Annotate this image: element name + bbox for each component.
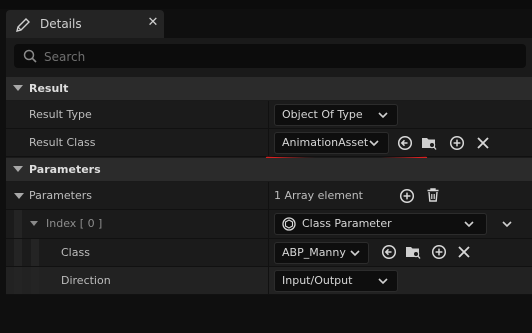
browse-folder-icon[interactable] [421, 135, 437, 151]
result-type-label: Result Type [29, 108, 92, 121]
browse-folder-icon[interactable] [405, 244, 421, 260]
result-type-row: Result Type Object Of Type [6, 101, 532, 129]
top-strip [0, 0, 532, 9]
class-dropdown[interactable]: ABP_Manny [274, 242, 369, 264]
search-bar[interactable] [14, 44, 526, 68]
chevron-down-icon[interactable] [13, 85, 23, 91]
chevron-down-icon [378, 278, 388, 285]
details-tab[interactable]: Details ✕ [6, 10, 164, 38]
use-selected-icon[interactable] [397, 135, 413, 151]
result-type-dropdown[interactable]: Object Of Type [274, 104, 398, 126]
parameters-array-row: Parameters 1 Array element [6, 182, 532, 210]
direction-dropdown[interactable]: Input/Output [274, 270, 398, 292]
result-type-value: Object Of Type [282, 108, 363, 121]
chevron-down-icon [369, 140, 379, 147]
clear-icon[interactable] [456, 244, 472, 260]
close-icon[interactable]: ✕ [146, 15, 160, 31]
details-panel: Result Result Type Object Of Type Result… [6, 38, 532, 295]
section-parameters-label: Parameters [29, 163, 101, 176]
search-input[interactable] [42, 47, 516, 67]
result-class-label: Result Class [29, 136, 96, 149]
chevron-down-icon [350, 250, 360, 257]
column-divider [268, 239, 269, 266]
parameters-label: Parameters [29, 189, 92, 202]
chevron-down-icon [378, 112, 388, 119]
add-icon[interactable] [431, 244, 447, 260]
indent-gutter [31, 239, 39, 266]
class-value: ABP_Manny [282, 246, 346, 259]
chevron-down-icon[interactable] [13, 166, 23, 172]
add-icon[interactable] [449, 135, 465, 151]
array-count: 1 Array element [274, 189, 363, 202]
index-type-dropdown[interactable]: Class Parameter [274, 213, 487, 235]
clear-icon[interactable] [475, 135, 491, 151]
indent-gutter [14, 267, 22, 294]
column-divider [268, 182, 269, 209]
use-selected-icon[interactable] [381, 244, 397, 260]
chevron-down-icon[interactable] [14, 193, 24, 199]
class-row: Class ABP_Manny [6, 239, 532, 267]
class-label: Class [61, 246, 90, 259]
result-class-value: AnimationAsset [282, 136, 369, 149]
chevron-down-icon [464, 221, 474, 228]
tab-title: Details [40, 17, 82, 31]
indent-gutter [31, 267, 39, 294]
chevron-down-icon[interactable] [30, 221, 38, 226]
add-icon[interactable] [399, 188, 415, 204]
direction-row: Direction Input/Output [6, 267, 532, 295]
direction-value: Input/Output [282, 274, 353, 287]
section-result-header[interactable]: Result [6, 77, 532, 100]
search-icon [23, 49, 37, 63]
direction-label: Direction [61, 274, 111, 287]
expand-options-icon[interactable] [501, 218, 513, 230]
trash-icon[interactable] [425, 187, 441, 203]
index-row: Index [ 0 ] Class Parameter [6, 210, 532, 239]
indent-gutter [14, 210, 22, 238]
class-parameter-icon [282, 217, 296, 231]
pencil-icon [16, 18, 30, 32]
indent-gutter [14, 239, 22, 266]
result-class-dropdown[interactable]: AnimationAsset [274, 132, 389, 154]
column-divider [268, 267, 269, 294]
column-divider [268, 101, 269, 128]
section-result-label: Result [29, 82, 69, 95]
index-label: Index [ 0 ] [46, 217, 103, 230]
column-divider [268, 210, 269, 238]
section-parameters-header[interactable]: Parameters [6, 158, 532, 181]
index-type-value: Class Parameter [302, 217, 392, 230]
